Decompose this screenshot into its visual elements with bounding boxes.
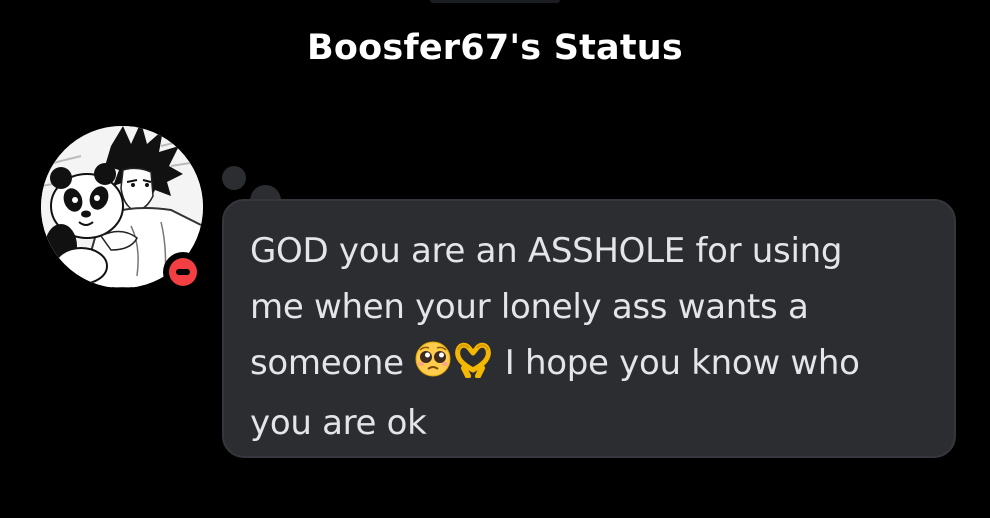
status-message: GOD you are an ASSHOLE for using me when… [250,223,940,451]
do-not-disturb-icon [169,258,197,286]
top-notch [430,0,560,3]
status-line-3-start: someone [250,343,404,383]
pleading-face-emoji-icon [414,339,452,395]
status-line-4: you are ok [250,403,427,443]
status-badge [163,252,203,292]
page-title: Boosfer67's Status [307,28,683,68]
thought-bubble-dot-small [222,166,246,190]
status-screen: Boosfer67's Status GOD you are an ASSHOL… [0,0,990,518]
status-line-2: me when your lonely ass wants a [250,287,809,327]
avatar-container[interactable] [41,126,203,292]
heart-hands-emoji-icon [452,339,494,395]
status-line-3-end: I hope you know who [504,343,860,383]
status-line-1: GOD you are an ASSHOLE for using [250,231,843,271]
dnd-bar [176,269,190,275]
status-bubble: GOD you are an ASSHOLE for using me when… [222,199,956,458]
